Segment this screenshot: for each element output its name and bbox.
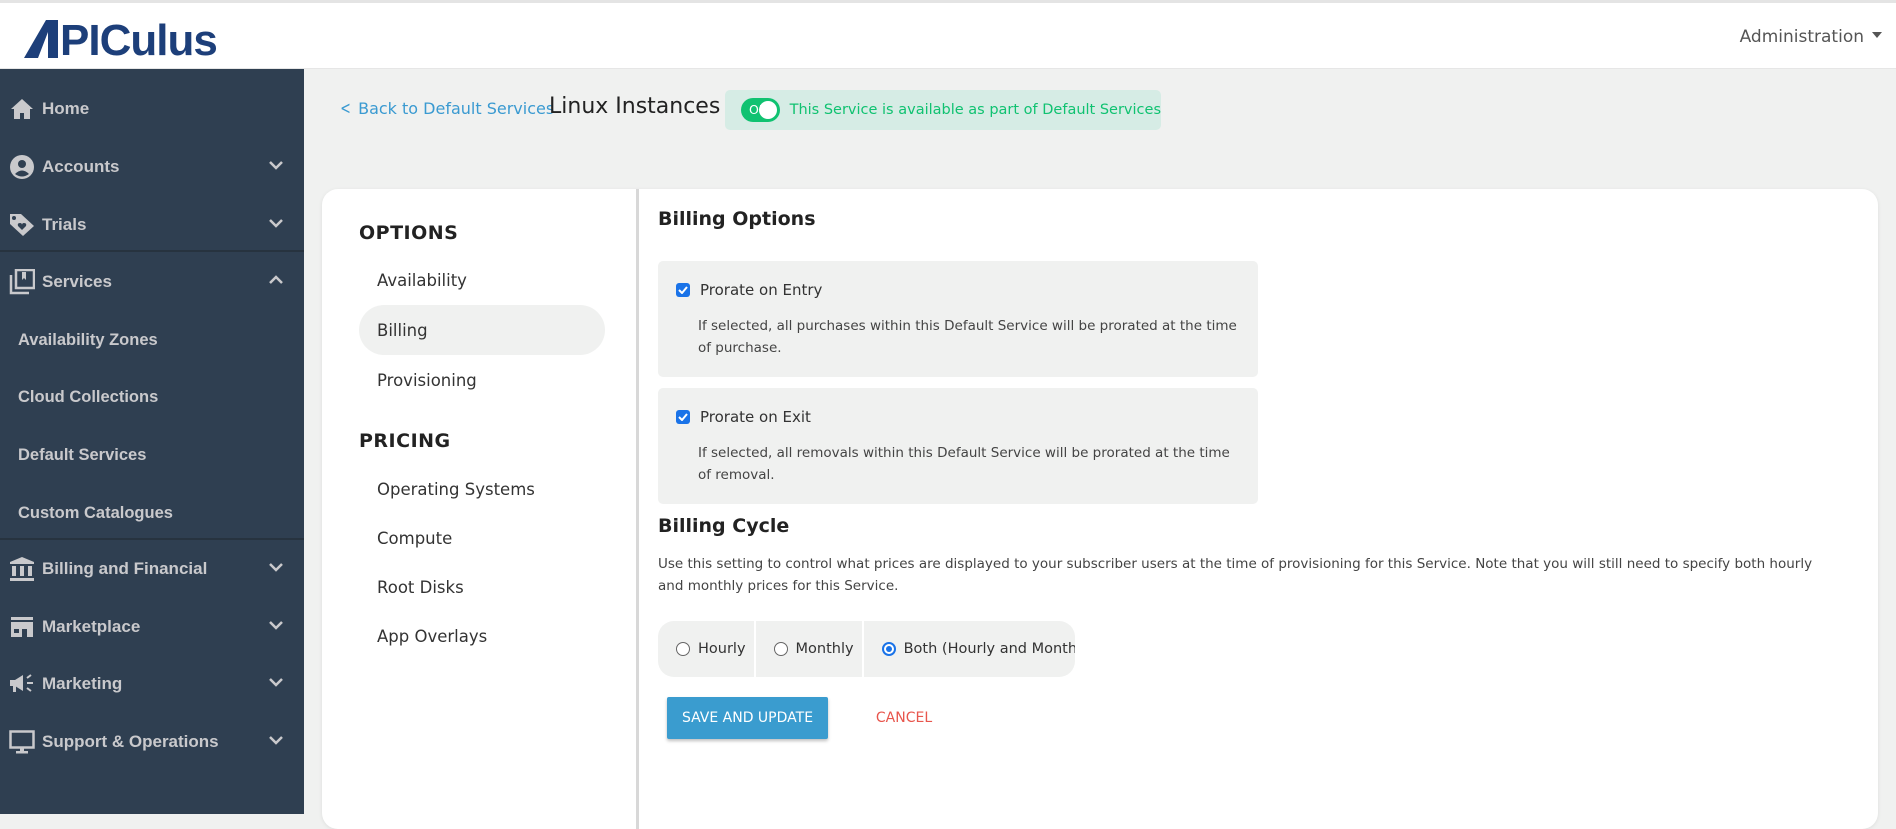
megaphone-icon xyxy=(9,671,35,697)
card-divider xyxy=(636,189,639,829)
sidebar-subitem-cloud-collections[interactable]: Cloud Collections xyxy=(0,373,304,421)
radio-label: Monthly xyxy=(796,641,854,657)
menu-item-root-disks[interactable]: Root Disks xyxy=(359,562,605,612)
service-availability-banner: ON This Service is available as part of … xyxy=(725,90,1161,130)
billing-cycle-option-both[interactable]: Both (Hourly and Monthly) xyxy=(864,621,1075,677)
chevron-down-icon xyxy=(268,157,284,173)
prorate-entry-description: If selected, all purchases within this D… xyxy=(698,315,1238,359)
chevron-left-icon: < xyxy=(340,98,351,119)
billing-options-heading: Billing Options xyxy=(658,208,816,230)
prorate-entry-box: Prorate on Entry If selected, all purcha… xyxy=(658,261,1258,377)
prorate-entry-checkbox[interactable] xyxy=(676,283,690,297)
app-header: PICulus Administration xyxy=(0,3,1896,69)
service-availability-toggle[interactable]: ON xyxy=(741,98,780,122)
pricing-heading: PRICING xyxy=(359,430,451,452)
chevron-down-icon xyxy=(268,617,284,633)
tag-heart-icon xyxy=(9,212,35,238)
billing-cycle-option-monthly[interactable]: Monthly xyxy=(756,621,864,677)
sidebar-item-label: Services xyxy=(42,272,112,292)
back-link-label: Back to Default Services xyxy=(358,99,554,118)
sidebar-item-label: Marketplace xyxy=(42,617,140,637)
menu-item-app-overlays[interactable]: App Overlays xyxy=(359,611,605,661)
prorate-exit-description: If selected, all removals within this De… xyxy=(698,442,1238,486)
menu-item-provisioning[interactable]: Provisioning xyxy=(359,355,605,405)
service-status-text: This Service is available as part of Def… xyxy=(790,102,1161,118)
caret-down-icon xyxy=(1872,32,1882,38)
menu-item-availability[interactable]: Availability xyxy=(359,255,605,305)
sidebar-divider xyxy=(0,250,304,252)
monitor-icon xyxy=(9,729,35,755)
sidebar-divider xyxy=(0,538,304,540)
prorate-exit-checkbox[interactable] xyxy=(676,410,690,424)
sidebar-item-support-operations[interactable]: Support & Operations xyxy=(0,718,304,766)
cancel-button[interactable]: CANCEL xyxy=(868,697,940,739)
services-collection-icon xyxy=(9,269,35,295)
sidebar-item-label: Accounts xyxy=(42,157,119,177)
sidebar-subitem-availability-zones[interactable]: Availability Zones xyxy=(0,316,304,364)
save-and-update-button[interactable]: SAVE AND UPDATE xyxy=(667,697,828,739)
chevron-down-icon xyxy=(268,215,284,231)
radio-label: Hourly xyxy=(698,641,746,657)
checkmark-icon xyxy=(678,286,688,294)
back-to-default-services-link[interactable]: < Back to Default Services xyxy=(338,98,554,119)
page-title: Linux Instances xyxy=(549,94,720,119)
billing-cycle-description: Use this setting to control what prices … xyxy=(658,553,1838,597)
radio-label: Both (Hourly and Monthly) xyxy=(904,641,1075,657)
menu-item-billing[interactable]: Billing xyxy=(359,305,605,355)
sidebar-item-label: Trials xyxy=(42,215,86,235)
home-icon xyxy=(9,96,35,122)
sidebar-item-marketplace[interactable]: Marketplace xyxy=(0,603,304,651)
billing-cycle-option-hourly[interactable]: Hourly xyxy=(658,621,756,677)
administration-label: Administration xyxy=(1740,27,1864,47)
billing-cycle-heading: Billing Cycle xyxy=(658,515,789,537)
menu-item-compute[interactable]: Compute xyxy=(359,513,605,563)
prorate-exit-box: Prorate on Exit If selected, all removal… xyxy=(658,388,1258,504)
sidebar-item-services[interactable]: Services xyxy=(0,258,304,306)
chevron-down-icon xyxy=(268,732,284,748)
menu-item-operating-systems[interactable]: Operating Systems xyxy=(359,464,605,514)
apiculus-logo[interactable]: PICulus xyxy=(24,14,250,60)
radio-monthly[interactable] xyxy=(774,642,788,656)
options-heading: OPTIONS xyxy=(359,222,458,244)
sidebar-item-accounts[interactable]: Accounts xyxy=(0,143,304,191)
checkmark-icon xyxy=(678,413,688,421)
user-circle-icon xyxy=(9,154,35,180)
chevron-down-icon xyxy=(268,559,284,575)
administration-menu[interactable]: Administration xyxy=(1740,27,1882,47)
radio-hourly[interactable] xyxy=(676,642,690,656)
sidebar-item-marketing[interactable]: Marketing xyxy=(0,660,304,708)
chevron-down-icon xyxy=(268,674,284,690)
store-icon xyxy=(9,614,35,640)
toggle-knob xyxy=(759,101,777,119)
radio-both[interactable] xyxy=(882,642,896,656)
sidebar-item-trials[interactable]: Trials xyxy=(0,201,304,249)
sidebar-item-label: Marketing xyxy=(42,674,122,694)
sidebar-item-home[interactable]: Home xyxy=(0,85,304,133)
billing-cycle-radio-group: Hourly Monthly Both (Hourly and Monthly) xyxy=(658,621,1075,677)
sidebar-subitem-default-services[interactable]: Default Services xyxy=(0,431,304,479)
sidebar-item-label: Support & Operations xyxy=(42,732,219,752)
bank-icon xyxy=(9,556,35,582)
sidebar-subitem-custom-catalogues[interactable]: Custom Catalogues xyxy=(0,489,304,537)
svg-text:PICulus: PICulus xyxy=(60,16,217,60)
chevron-up-icon xyxy=(268,272,284,288)
sidebar-item-billing-and-financial[interactable]: Billing and Financial xyxy=(0,545,304,593)
sidebar-item-label: Home xyxy=(42,99,89,119)
prorate-exit-label[interactable]: Prorate on Exit xyxy=(700,408,811,426)
prorate-entry-label[interactable]: Prorate on Entry xyxy=(700,281,822,299)
sidebar-item-label: Billing and Financial xyxy=(42,559,207,579)
